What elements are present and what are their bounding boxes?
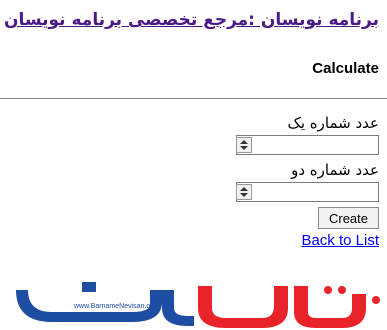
divider — [0, 98, 387, 99]
spin-up-icon[interactable] — [240, 187, 248, 191]
logo-dot-red-2 — [338, 286, 346, 294]
page-heading: Calculate — [312, 60, 379, 77]
spin-up-icon[interactable] — [240, 140, 248, 144]
field2-spinner[interactable] — [236, 184, 252, 200]
field2-label: عدد شماره دو — [291, 161, 379, 179]
barnamenevisan-logo: www.BarnameNevisan.org — [16, 282, 380, 328]
spin-down-icon[interactable] — [240, 146, 248, 150]
create-button[interactable]: Create — [318, 207, 379, 229]
logo-shape-blue-2 — [162, 290, 194, 326]
field1-input[interactable] — [236, 135, 379, 155]
logo-dot-red-3 — [372, 296, 380, 304]
field1-spinner[interactable] — [236, 137, 252, 153]
field1-label: عدد شماره یک — [287, 114, 379, 132]
spin-down-icon[interactable] — [240, 193, 248, 197]
logo-dot-blue — [82, 282, 96, 292]
back-to-list-link[interactable]: Back to List — [301, 232, 379, 249]
logo-dot-red-1 — [324, 286, 332, 294]
site-title-link[interactable]: برنامه نویسان :مرجع تخصصی برنامه نویسان — [4, 10, 379, 30]
logo-url-text: www.BarnameNevisan.org — [73, 303, 157, 310]
field2-input[interactable] — [236, 182, 379, 202]
logo-shape-red-1 — [198, 286, 288, 328]
